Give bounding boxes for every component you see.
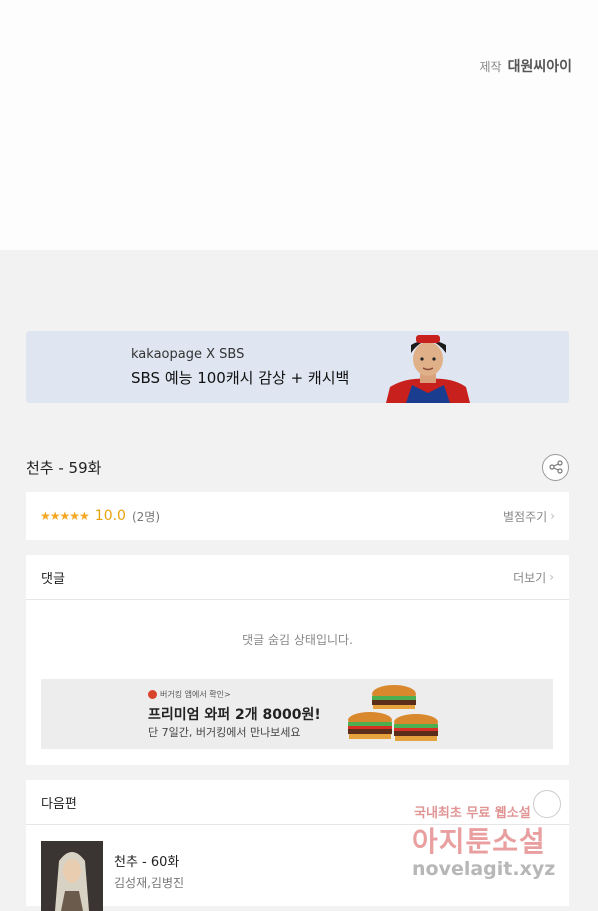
comments-more-label: 더보기 <box>513 570 547 585</box>
ad-small-text: 버거킹 앱에서 확인> <box>160 690 231 699</box>
ad-headline: 프리미엄 와퍼 2개 8000원! <box>148 707 321 723</box>
promo-banner[interactable]: kakaopage X SBS SBS 예능 100캐시 감상 + 캐시백 <box>26 331 569 403</box>
burger-king-logo-icon <box>148 690 157 699</box>
production-credit: 제작 대원씨아이 <box>480 56 573 76</box>
next-heading: 다음편 <box>41 796 77 812</box>
up-arrow-button[interactable] <box>533 790 561 818</box>
next-episode-title: 천추 - 60화 <box>114 855 180 870</box>
ad-small-text-row: 버거킹 앱에서 확인> <box>148 689 231 700</box>
next-episode-thumbnail <box>41 841 103 911</box>
credit-studio: 대원씨아이 <box>507 59 572 75</box>
rating-count: (2명) <box>131 509 161 524</box>
rating-card: ★★★★★ 10.0 (2명) 별점주기 › <box>26 492 569 540</box>
rating-score: 10.0 <box>94 508 126 524</box>
share-icon <box>548 460 563 474</box>
episode-header: 천추 - 59화 <box>26 452 569 482</box>
next-episode-authors: 김성재,김병진 <box>114 876 185 890</box>
next-episode-item[interactable]: 천추 - 60화 김성재,김병진 <box>41 841 184 911</box>
comments-more-button[interactable]: 더보기 › <box>513 569 554 586</box>
next-episode-card: 다음편 천추 - 60화 김성재,김병진 <box>26 780 569 911</box>
rate-button-label: 별점주기 <box>503 509 548 524</box>
ad-banner[interactable]: 버거킹 앱에서 확인> 프리미엄 와퍼 2개 8000원! 단 7일간, 버거킹… <box>41 679 553 749</box>
comic-page-end: 제작 대원씨아이 <box>0 0 598 250</box>
credit-label: 제작 <box>479 60 502 74</box>
comments-heading: 댓글 <box>41 571 65 587</box>
share-button[interactable] <box>542 453 569 481</box>
banner-headline: SBS 예능 100캐시 감상 + 캐시백 <box>131 369 350 387</box>
burger-image <box>348 685 438 741</box>
banner-person-image <box>386 335 470 403</box>
ad-subtext: 단 7일간, 버거킹에서 만나보세요 <box>148 726 301 739</box>
chevron-right-icon: › <box>549 570 554 584</box>
banner-brand: kakaopage X SBS <box>131 347 245 362</box>
comments-hidden-message: 댓글 숨김 상태입니다. <box>242 633 353 647</box>
comments-card: 댓글 더보기 › 댓글 숨김 상태입니다. 버거킹 앱에서 확인> 프리미엄 와… <box>26 555 569 765</box>
episode-title: 천추 - 59화 <box>26 458 102 477</box>
chevron-right-icon: › <box>550 509 555 523</box>
rate-button[interactable]: 별점주기 › <box>503 508 555 525</box>
rating-stars: ★★★★★ <box>40 509 90 523</box>
